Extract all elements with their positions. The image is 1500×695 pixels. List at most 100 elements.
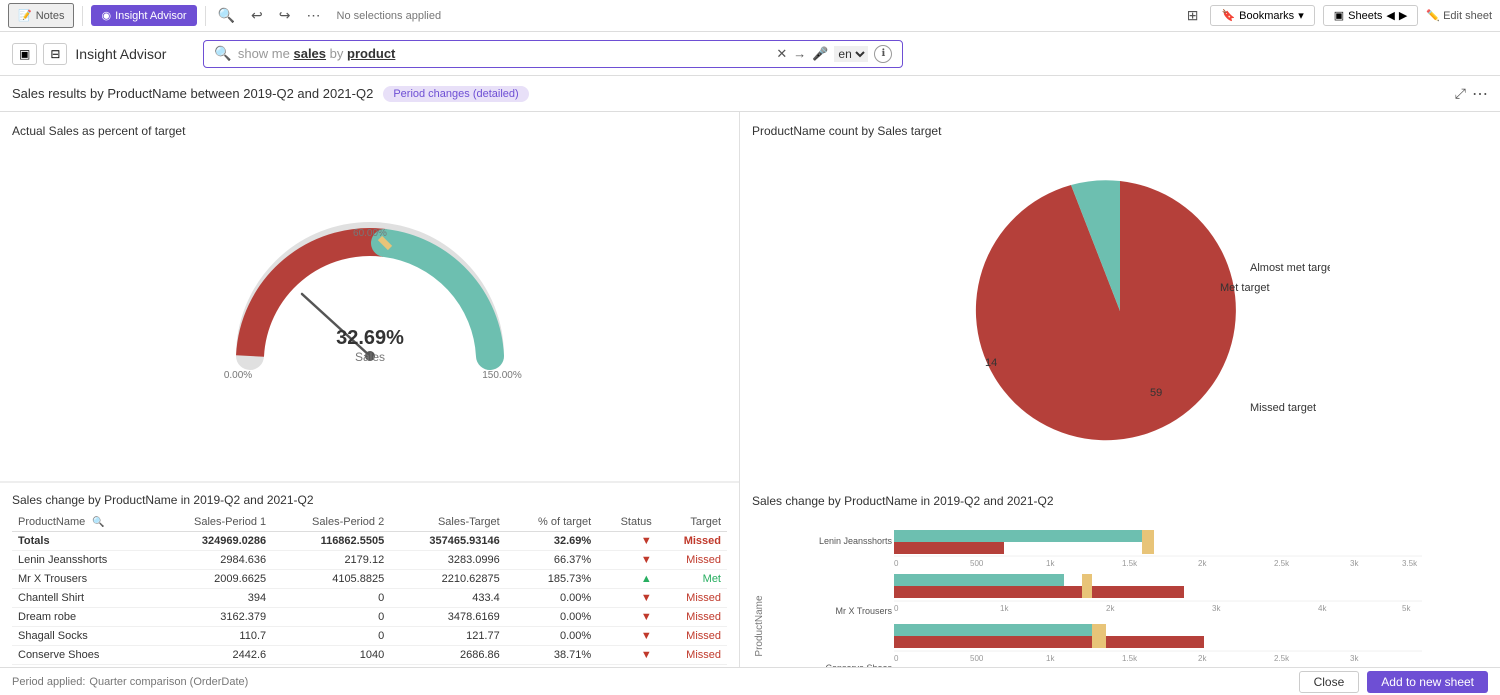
period-badge[interactable]: Period changes (detailed) (383, 86, 528, 102)
table-header: ProductName 🔍 Sales-Period 1 Sales-Perio… (12, 513, 727, 532)
table-row: Lenin Jeansshorts 2984.636 2179.12 3283.… (12, 551, 727, 570)
table-row: Mr X Trousers 2009.6625 4105.8825 2210.6… (12, 570, 727, 589)
svg-text:150.00%: 150.00% (482, 370, 522, 381)
language-select[interactable]: en (834, 46, 868, 62)
close-button[interactable]: Close (1299, 671, 1360, 693)
svg-text:14: 14 (985, 357, 997, 369)
main-area: Actual Sales as percent of target (0, 112, 1500, 667)
totals-pct: 32.69% (506, 532, 597, 551)
search-submit-button[interactable]: → (793, 46, 806, 61)
svg-text:Mr X Trousers: Mr X Trousers (835, 606, 892, 616)
search-bar-icon: 🔍 (214, 45, 231, 62)
search-text-display: show me sales by product (238, 46, 770, 61)
search-clear-button[interactable]: ✕ (776, 46, 787, 62)
totals-row: Totals 324969.0286 116862.5505 357465.93… (12, 532, 727, 551)
bookmark-icon: 🔖 (1221, 9, 1235, 22)
expand-button[interactable]: ⤢ (1455, 84, 1466, 104)
top-nav: 📝 Notes ◉ Insight Advisor 🔍 ↩ ↪ ⋯ No sel… (0, 0, 1500, 32)
row-name: Conserve Shoes (12, 646, 154, 665)
table-row: Tuxedo 754.975 502.32 830.4725 60.49% ▼ … (12, 665, 727, 668)
layout-split-button[interactable]: ⊟ (43, 43, 67, 65)
info-button[interactable]: ℹ (874, 45, 892, 63)
redo-button[interactable]: ↪ (275, 3, 295, 28)
svg-text:Met target: Met target (1220, 282, 1270, 294)
row-name: Chantell Shirt (12, 589, 154, 608)
results-title: Sales results by ProductName between 201… (12, 86, 373, 101)
col-period2: Sales-Period 2 (272, 513, 390, 532)
row-pct: 0.00% (506, 589, 597, 608)
bar-title: Sales change by ProductName in 2019-Q2 a… (752, 494, 1488, 508)
period-applied-label: Period applied: (12, 676, 85, 688)
row-pct: 60.49% (506, 665, 597, 668)
results-more-button[interactable]: ⋯ (1472, 84, 1488, 104)
row-period1: 2442.6 (154, 646, 272, 665)
bookmarks-button[interactable]: 🔖 Bookmarks ▾ (1210, 5, 1314, 26)
row-status: Missed (658, 665, 727, 668)
svg-text:4k: 4k (1318, 604, 1327, 613)
right-panel: ProductName count by Sales target Almost… (740, 112, 1500, 667)
bar-chart-svg: ProductName Lenin Jeansshorts 0 500 1k 1… (752, 516, 1422, 667)
col-productname: ProductName 🔍 (12, 513, 154, 532)
svg-text:5k: 5k (1402, 604, 1411, 613)
totals-name: Totals (12, 532, 154, 551)
sheets-prev[interactable]: ◀ (1386, 9, 1394, 22)
insight-nav-icon: ◉ (101, 9, 111, 22)
bottom-right-actions: Close Add to new sheet (1299, 671, 1488, 693)
row-period1: 2009.6625 (154, 570, 272, 589)
results-actions: ⤢ ⋯ (1455, 84, 1488, 104)
nav-divider-2 (205, 6, 206, 26)
undo-button[interactable]: ↩ (247, 3, 267, 28)
svg-text:3k: 3k (1212, 604, 1221, 613)
svg-text:0.00%: 0.00% (223, 370, 251, 381)
svg-text:2k: 2k (1106, 604, 1115, 613)
edit-icon: ✏️ (1426, 10, 1440, 22)
gauge-title: Actual Sales as percent of target (12, 124, 727, 138)
gauge-svg: 32.69% Sales 0.00% 60.00% 150.00% (200, 186, 540, 406)
svg-text:3.5k: 3.5k (1402, 559, 1418, 568)
row-status: Missed (658, 551, 727, 570)
col-target: Sales-Target (390, 513, 506, 532)
svg-text:1k: 1k (1000, 604, 1009, 613)
row-pct: 66.37% (506, 551, 597, 570)
search-actions: ✕ → 🎤 en ℹ (776, 45, 892, 63)
totals-period2: 116862.5505 (272, 532, 390, 551)
sheets-button[interactable]: ▣ Sheets ◀ ▶ (1323, 5, 1419, 26)
row-status: Missed (658, 608, 727, 627)
totals-status: Missed (658, 532, 727, 551)
notes-button[interactable]: 📝 Notes (8, 3, 74, 28)
add-to-new-sheet-button[interactable]: Add to new sheet (1367, 671, 1488, 693)
table-row: Dream robe 3162.379 0 3478.6169 0.00% ▼ … (12, 608, 727, 627)
svg-text:0: 0 (894, 604, 899, 613)
layout-single-button[interactable]: ▣ (12, 43, 37, 65)
row-period2: 1040 (272, 646, 390, 665)
sales-table: ProductName 🔍 Sales-Period 1 Sales-Perio… (12, 513, 727, 667)
insight-advisor-nav-button[interactable]: ◉ Insight Advisor (91, 5, 196, 26)
search-nav-button[interactable]: 🔍 (214, 3, 239, 28)
search-pre-text: show me (238, 46, 294, 61)
search-bar: 🔍 show me sales by product ✕ → 🎤 en ℹ (203, 40, 903, 68)
table-row: Shagall Socks 110.7 0 121.77 0.00% ▼ Mis… (12, 627, 727, 646)
search-by-text: by (326, 46, 347, 61)
edit-sheet-button[interactable]: ✏️ Edit sheet (1426, 9, 1492, 22)
row-status: Missed (658, 589, 727, 608)
grid-button[interactable]: ⊞ (1183, 3, 1203, 28)
mic-button[interactable]: 🎤 (812, 46, 828, 62)
row-pct: 185.73% (506, 570, 597, 589)
sheets-next[interactable]: ▶ (1399, 9, 1407, 22)
pie-svg: Almost met target Met target 14 59 Misse… (910, 166, 1330, 456)
svg-text:2.5k: 2.5k (1274, 559, 1290, 568)
row-period1: 2984.636 (154, 551, 272, 570)
table-row: Chantell Shirt 394 0 433.4 0.00% ▼ Misse… (12, 589, 727, 608)
svg-text:60.00%: 60.00% (353, 228, 387, 239)
more-nav-button[interactable]: ⋯ (303, 3, 325, 28)
row-period2: 0 (272, 608, 390, 627)
nav-divider-1 (82, 6, 83, 26)
row-period1: 110.7 (154, 627, 272, 646)
row-period1: 394 (154, 589, 272, 608)
nav-right: ⊞ 🔖 Bookmarks ▾ ▣ Sheets ◀ ▶ ✏️ Edit she… (1183, 3, 1492, 28)
row-target: 2210.62875 (390, 570, 506, 589)
sheets-icon: ▣ (1334, 9, 1344, 22)
svg-text:0: 0 (894, 559, 899, 568)
col-pct: % of target (506, 513, 597, 532)
productname-search-icon[interactable]: 🔍 (92, 517, 104, 528)
